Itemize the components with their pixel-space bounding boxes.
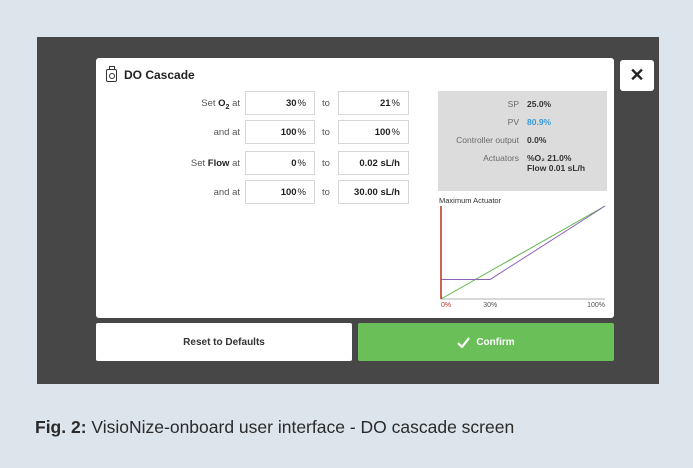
o2-start-value-input[interactable]: 21% [338,91,409,115]
bottle-icon [106,65,117,82]
close-button[interactable]: ✕ [620,60,654,91]
o2-end-percent-input[interactable]: 100% [245,120,315,144]
flow-end-row: and at 100% to 30.00 sL/h [96,180,416,206]
dialog-title: DO Cascade [124,68,195,82]
row-label: Set Flow at [190,158,240,169]
caption-prefix: Fig. 2: [35,417,87,437]
pv-value: 80.9% [527,117,552,127]
o2-end-row: and at 100% to 100% [96,120,416,146]
checkmark-icon [457,336,471,348]
figure-caption: Fig. 2: VisioNize-onboard user interface… [35,417,514,438]
actuators-label: Actuators [483,153,519,163]
row-label: and at [213,187,240,198]
confirm-label: Confirm [476,336,515,348]
o2-start-row: Set O2 at 30% to 21% [96,91,416,117]
controller-output-label: Controller output [456,135,519,145]
actuator-o2-value: %O₂ 21.0% [527,153,572,163]
to-label: to [322,127,330,138]
to-label: to [322,98,330,109]
flow-start-percent-input[interactable]: 0% [245,151,315,175]
flow-end-value-input[interactable]: 30.00 sL/h [338,180,409,204]
dialog-header: DO Cascade [106,65,195,83]
pv-label: PV [507,117,519,127]
maximum-actuator-chart: Maximum Actuator 0% 30% 100% [439,196,606,309]
do-cascade-dialog: DO Cascade Set O2 at 30% to 21% and at 1… [96,58,614,318]
actuator-flow-value: Flow 0.01 sL/h [527,163,586,173]
to-label: to [322,187,330,198]
x-tick-label: 30% [483,302,497,309]
chart-series-line-1 [441,205,606,280]
to-label: to [322,158,330,169]
flow-start-row: Set Flow at 0% to 0.02 sL/h [96,151,416,177]
chart-title: Maximum Actuator [439,196,502,205]
flow-start-value-input[interactable]: 0.02 sL/h [338,151,409,175]
reset-label: Reset to Defaults [183,336,265,348]
row-label: Set O2 at [201,98,240,111]
close-icon: ✕ [629,65,645,85]
o2-end-value-input[interactable]: 100% [338,120,409,144]
o2-start-percent-input[interactable]: 30% [245,91,315,115]
chart-series-line-0 [440,205,606,300]
reset-to-defaults-button[interactable]: Reset to Defaults [96,323,352,361]
row-label: and at [213,127,240,138]
x-tick-label: 0% [441,302,451,309]
sp-label: SP [507,99,519,109]
confirm-button[interactable]: Confirm [358,323,614,361]
status-panel: SP 25.0% PV 80.9% Controller output 0.0%… [438,91,607,191]
caption-text: VisioNize-onboard user interface - DO ca… [86,417,515,437]
device-screen: DO Cascade Set O2 at 30% to 21% and at 1… [37,37,659,384]
sp-value: 25.0% [527,99,552,109]
x-tick-label: 100% [587,302,605,309]
controller-output-value: 0.0% [527,135,547,145]
flow-end-percent-input[interactable]: 100% [245,180,315,204]
